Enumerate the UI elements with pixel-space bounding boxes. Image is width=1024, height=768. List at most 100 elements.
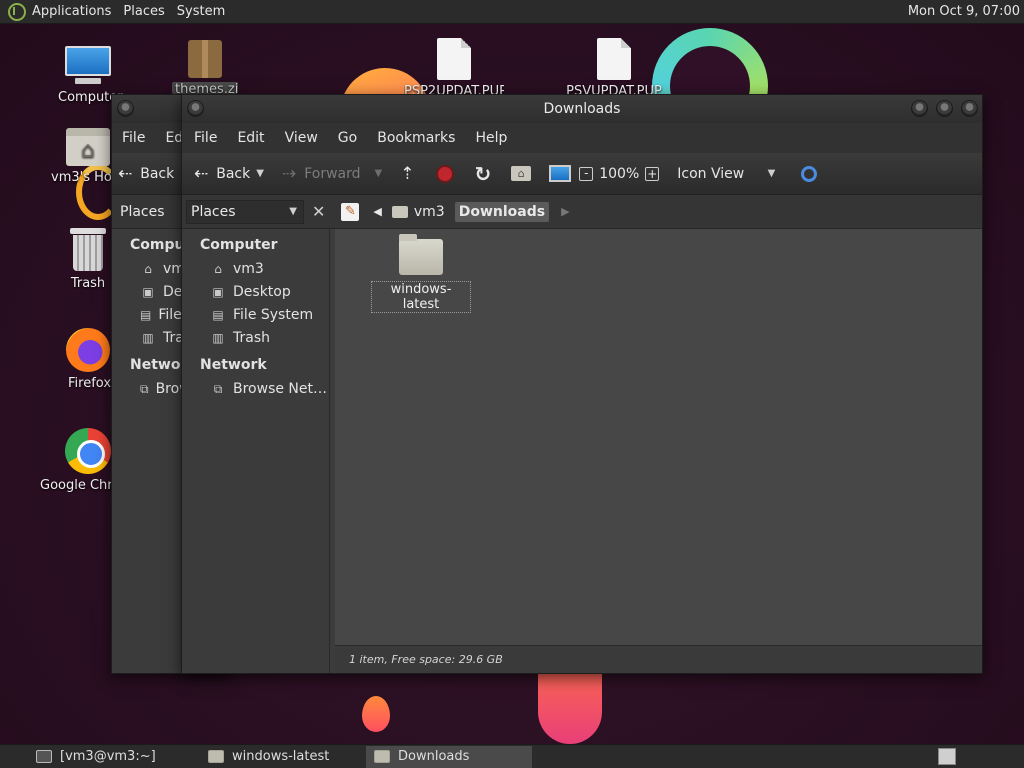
document-icon [597, 38, 631, 80]
menu-go[interactable]: Go [328, 130, 367, 146]
trash-icon [70, 228, 106, 272]
firefox-icon [66, 328, 110, 372]
breadcrumb-item-downloads[interactable]: Downloads [454, 201, 550, 222]
file-item-folder[interactable]: windows-latest [371, 234, 471, 313]
chevron-down-icon: ▼ [289, 206, 297, 217]
menu-places[interactable]: Places [119, 4, 172, 19]
top-panel: Applications Places System Mon Oct 9, 07… [0, 0, 1024, 24]
menu-view[interactable]: View [275, 130, 328, 146]
edit-location-icon[interactable]: ✎ [341, 202, 360, 221]
up-button[interactable]: ⇡ [394, 159, 420, 189]
bottom-panel: [vm3@vm3:~] windows-latest Downloads [0, 744, 1024, 768]
desktop-icon-psp2updat[interactable]: PSP2UPDAT.PUP [404, 38, 504, 96]
back-button[interactable]: ⇠ Back [188, 159, 256, 189]
drive-icon: ▤ [140, 307, 152, 322]
view-mode-select[interactable]: Icon View ▼ [671, 159, 781, 189]
menu-file[interactable]: File [184, 130, 227, 146]
menubar: File Edit View Go Bookmarks Help [182, 123, 982, 153]
workspace-switcher[interactable] [938, 748, 956, 765]
desktop-icon: ▣ [212, 284, 224, 299]
window-title: Downloads [543, 101, 621, 117]
back-arrow-icon: ⇠ [118, 163, 133, 184]
back-history-dropdown[interactable]: ▼ [256, 168, 264, 179]
toolbar: ⇠ Back ▼ ⇢ Forward ▼ ⇡ ↻ ⌂ - 100% + Icon… [182, 153, 982, 195]
search-button[interactable] [795, 159, 823, 189]
window-menu-button[interactable] [187, 100, 204, 117]
sidebar-item-label: vm3 [233, 260, 264, 277]
reload-icon: ↻ [474, 161, 492, 186]
computer-icon [65, 46, 111, 86]
close-sidebar-icon[interactable]: ✕ [312, 202, 325, 221]
network-icon: ⧉ [213, 381, 223, 396]
forward-arrow-icon: ⇢ [281, 163, 297, 184]
sidebar-item-label: Desktop [233, 283, 291, 300]
forward-label: Forward [304, 165, 361, 182]
minimize-button[interactable] [911, 100, 928, 117]
distro-logo-icon[interactable] [8, 2, 26, 21]
clock[interactable]: Mon Oct 9, 07:00 [908, 4, 1024, 19]
search-icon [801, 165, 818, 182]
folder-icon [374, 750, 390, 763]
home-button[interactable]: ⌂ [505, 159, 537, 189]
sidebar-item-trash[interactable]: ▥ Trash [182, 326, 329, 349]
wallpaper-shape [362, 696, 390, 732]
menu-file[interactable]: File [112, 130, 155, 146]
close-button[interactable] [961, 100, 978, 117]
chevron-down-icon: ▼ [767, 168, 776, 179]
file-view[interactable]: windows-latest [335, 229, 982, 645]
folder-icon [399, 234, 443, 275]
taskbar-item-label: Downloads [398, 749, 470, 764]
places-label[interactable]: Places [112, 204, 165, 220]
sidebar-item-filesystem[interactable]: ▤ File System [182, 303, 329, 326]
reload-button[interactable]: ↻ [468, 159, 497, 189]
sidebar-item-browse-network[interactable]: ⧉ Browse Net… [182, 377, 329, 400]
package-icon [188, 40, 222, 78]
taskbar-item-downloads[interactable]: Downloads [366, 745, 532, 768]
sidebar-item-desktop[interactable]: ▣ Desktop [182, 280, 329, 303]
view-mode-label: Icon View [677, 165, 745, 182]
computer-button[interactable] [543, 159, 577, 189]
location-bar: Places ▼ ✕ ✎ ◀ vm3 Downloads ▶ [182, 195, 982, 229]
back-button[interactable]: ⇠ Back [112, 159, 180, 189]
breadcrumb-left-arrow[interactable]: ◀ [373, 205, 381, 218]
maximize-button[interactable] [936, 100, 953, 117]
zoom-in-icon: + [645, 166, 660, 181]
menu-bookmarks[interactable]: Bookmarks [367, 130, 465, 146]
sidebar-item-label: Browse Net… [233, 380, 328, 397]
menu-system[interactable]: System [173, 4, 233, 19]
zoom-level: 100% [599, 165, 640, 182]
sidebar-item-vm3[interactable]: ⌂ vm3 [182, 257, 329, 280]
up-arrow-icon: ⇡ [400, 163, 415, 184]
window-titlebar[interactable]: Downloads [182, 95, 982, 123]
menu-help[interactable]: Help [465, 130, 517, 146]
network-icon: ⧉ [140, 381, 149, 396]
stop-icon [436, 164, 455, 183]
file-manager-window[interactable]: Downloads File Edit View Go Bookmarks He… [181, 94, 983, 674]
zoom-out-button[interactable]: - [577, 159, 595, 189]
breadcrumb-right-arrow[interactable]: ▶ [561, 205, 569, 218]
desktop-icon-label: themes.zip [172, 82, 238, 94]
window-menu-button[interactable] [117, 100, 134, 117]
menu-applications[interactable]: Applications [32, 4, 119, 19]
zoom-in-button[interactable]: + [643, 159, 661, 189]
sidebar-heading-network: Network [200, 357, 267, 373]
desktop-icon-themes-zip[interactable]: themes.zip [155, 40, 255, 94]
folder-icon [208, 750, 224, 763]
home-folder-icon [66, 128, 110, 166]
chrome-icon [65, 428, 111, 474]
taskbar-item-windows-latest[interactable]: windows-latest [200, 746, 366, 768]
home-icon: ⌂ [144, 261, 152, 276]
back-label: Back [216, 165, 251, 182]
desktop-icon-psvupdat[interactable]: PSVUPDAT.PUP [564, 38, 664, 96]
taskbar-item-terminal[interactable]: [vm3@vm3:~] [0, 746, 200, 768]
trash-icon: ▥ [212, 330, 224, 345]
menu-edit[interactable]: Edit [227, 130, 274, 146]
status-text: 1 item, Free space: 29.6 GB [349, 653, 503, 666]
stop-button[interactable] [430, 159, 460, 189]
breadcrumb-item-vm3[interactable]: vm3 [414, 204, 445, 220]
forward-button[interactable]: ⇢ Forward ▼ [276, 159, 388, 189]
sidebar-item-label: Trash [233, 329, 270, 346]
side-pane-selector[interactable]: Places ▼ [186, 199, 304, 224]
computer-icon [549, 165, 572, 182]
forward-history-dropdown[interactable]: ▼ [375, 168, 383, 179]
